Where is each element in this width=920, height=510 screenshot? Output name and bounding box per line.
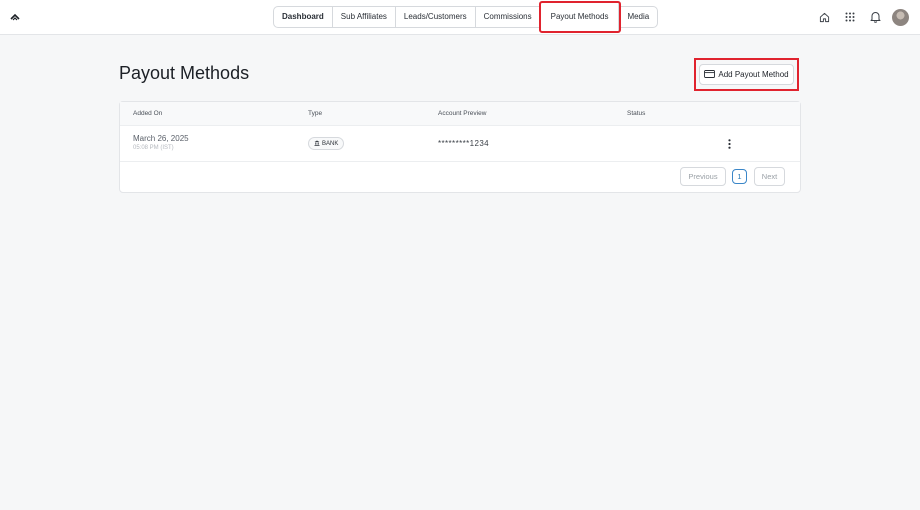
more-options-icon[interactable]: [725, 138, 733, 150]
nav-tab-commissions[interactable]: Commissions: [476, 7, 541, 27]
previous-page-button[interactable]: Previous: [680, 167, 726, 186]
row-date: March 26, 2025: [133, 134, 189, 143]
table-row: March 26, 2025 05:08 PM (IST) BANK *****…: [120, 126, 800, 162]
bell-icon[interactable]: [868, 10, 882, 24]
account-preview: *********1234: [438, 139, 490, 148]
logo-icon[interactable]: [8, 10, 22, 24]
main-nav: Dashboard Sub Affiliates Leads/Customers…: [273, 1, 659, 33]
page-1-button[interactable]: 1: [732, 169, 747, 184]
add-payout-method-button[interactable]: Add Payout Method: [699, 64, 794, 85]
avatar[interactable]: [892, 9, 909, 26]
home-icon[interactable]: [817, 10, 831, 24]
type-badge: BANK: [308, 137, 345, 150]
bank-icon: [314, 140, 320, 148]
column-header-account-preview: Account Preview: [438, 110, 487, 117]
column-header-status: Status: [627, 110, 646, 117]
next-page-button[interactable]: Next: [754, 167, 785, 186]
column-header-added-on: Added On: [133, 110, 163, 117]
type-label: BANK: [322, 140, 339, 147]
nav-tab-sub-affiliates[interactable]: Sub Affiliates: [333, 7, 396, 27]
nav-tab-leads-customers[interactable]: Leads/Customers: [396, 7, 476, 27]
row-time: 05:08 PM (IST): [133, 145, 174, 151]
column-header-type: Type: [308, 110, 323, 117]
nav-tab-media[interactable]: Media: [619, 7, 657, 27]
nav-tab-payout-methods[interactable]: Payout Methods: [538, 1, 622, 33]
card-icon: [704, 69, 716, 80]
add-button-highlight: Add Payout Method: [694, 58, 799, 91]
table-header: Added On Type Account Preview Status: [120, 102, 800, 126]
payout-methods-table: Added On Type Account Preview Status Mar…: [119, 101, 801, 193]
top-bar: Dashboard Sub Affiliates Leads/Customers…: [0, 0, 920, 35]
add-button-label: Add Payout Method: [718, 70, 789, 79]
nav-tab-dashboard[interactable]: Dashboard: [274, 7, 333, 27]
grid-icon[interactable]: [843, 10, 857, 24]
page-title: Payout Methods: [119, 63, 250, 83]
